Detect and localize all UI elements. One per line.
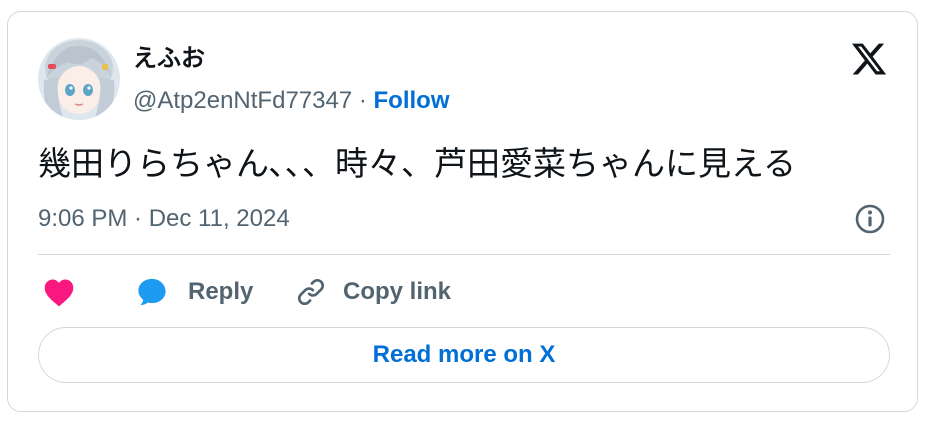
heart-icon: [44, 279, 74, 307]
handle-separator: ·: [352, 87, 374, 114]
tweet-timestamp[interactable]: 9:06 PM · Dec 11, 2024: [38, 204, 290, 234]
author-display-name[interactable]: えふお: [133, 44, 205, 74]
tweet-card: えふお @Atp2enNtFd77347 · Follow 幾田りらちゃん､､、…: [7, 11, 918, 412]
author-handle[interactable]: @Atp2enNtFd77347: [133, 87, 352, 114]
link-icon: [297, 278, 325, 306]
divider: [38, 254, 890, 255]
copy-link-label: Copy link: [343, 278, 452, 305]
reply-label: Reply: [188, 278, 254, 305]
x-logo-icon[interactable]: [850, 40, 888, 78]
speech-bubble-icon: [138, 278, 166, 306]
copy-link-button[interactable]: Copy link: [295, 275, 451, 309]
tweet-text: 幾田りらちゃん､､、時々、芦田愛菜ちゃんに見える: [38, 144, 797, 183]
author-handle-line: @Atp2enNtFd77347 · Follow: [133, 86, 450, 116]
info-icon[interactable]: [853, 202, 887, 236]
reply-button[interactable]: Reply: [136, 275, 253, 309]
avatar[interactable]: [38, 38, 120, 120]
follow-link[interactable]: Follow: [374, 87, 450, 114]
read-more-button[interactable]: Read more on X: [38, 327, 890, 383]
like-button[interactable]: [42, 275, 76, 309]
